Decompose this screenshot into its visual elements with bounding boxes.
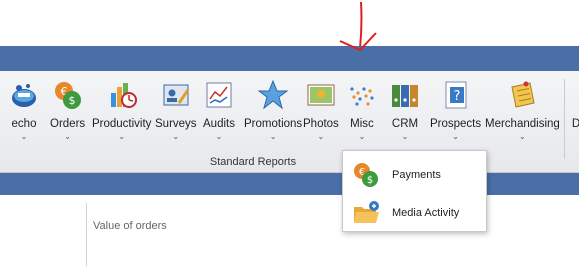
chevron-down-icon: ⌄: [358, 132, 366, 141]
ribbon-label: Prospects: [430, 118, 482, 130]
ribbon-label: Merchandising: [485, 118, 560, 130]
chevron-down-icon: ⌄: [118, 132, 126, 141]
annotation-arrow: [359, 1, 363, 46]
section-header-bar: [0, 173, 579, 195]
menu-item-media-activity[interactable]: Media Activity: [343, 195, 486, 231]
ribbon-label: Productivity: [92, 118, 152, 130]
prospects-icon: ?: [440, 79, 472, 111]
audits-icon: [203, 79, 235, 111]
svg-text:?: ?: [453, 89, 460, 104]
star-icon: [257, 79, 289, 111]
ribbon-label: Surveys: [155, 118, 197, 130]
media-folder-icon: [351, 198, 381, 228]
chevron-down-icon: ⌄: [20, 132, 28, 141]
ribbon-label: Photos: [303, 118, 339, 130]
ribbon-button-prospects[interactable]: ? Prospects ⌄: [430, 79, 481, 141]
chevron-down-icon: ⌄: [64, 132, 71, 141]
ribbon-button-echo[interactable]: echo ⌄: [8, 79, 40, 141]
payments-icon: € $: [351, 160, 381, 190]
chevron-down-icon: ⌄: [401, 132, 409, 141]
content-area: Value of orders: [0, 195, 579, 266]
ribbon-label: Misc: [350, 118, 374, 130]
ribbon-button-photos[interactable]: Photos ⌄: [303, 79, 339, 141]
window-title-bar: [0, 46, 579, 71]
ribbon-button-merchandising[interactable]: Merchandising ⌄: [485, 79, 560, 141]
ribbon-button-audits[interactable]: Audits ⌄: [203, 79, 235, 141]
orders-currency-icon: € $: [52, 79, 84, 111]
ribbon-label: Promotions: [244, 118, 303, 130]
menu-item-payments[interactable]: € $ Payments: [343, 157, 486, 193]
merchandising-icon: [506, 79, 538, 111]
ribbon-button-surveys[interactable]: Surveys ⌄: [155, 79, 197, 141]
ribbon-toolbar: echo ⌄ € $ Orders ⌄ Productivity ⌄ Surve…: [0, 32, 579, 173]
chart-title: Value of orders: [93, 220, 167, 232]
ribbon-group-separator: [564, 79, 565, 159]
ribbon-label: Audits: [203, 118, 235, 130]
chevron-down-icon: ⌄: [215, 132, 223, 141]
ribbon-label: echo: [11, 118, 37, 130]
ribbon-label: D: [571, 118, 579, 130]
app-window: echo ⌄ € $ Orders ⌄ Productivity ⌄ Surve…: [0, 0, 579, 266]
menu-item-label: Payments: [392, 169, 441, 181]
echo-icon: [8, 79, 40, 111]
ribbon-label: Orders: [50, 118, 86, 130]
crm-binders-icon: [389, 79, 421, 111]
ribbon-label: CRM: [391, 118, 419, 130]
ribbon-button-misc[interactable]: Misc ⌄: [346, 79, 378, 141]
surveys-icon: [160, 79, 192, 111]
menu-item-label: Media Activity: [392, 207, 460, 219]
ribbon-button-promotions[interactable]: Promotions ⌄: [244, 79, 302, 141]
misc-dropdown-menu: € $ Payments Media Activity: [342, 150, 487, 232]
ribbon-button-d-partial[interactable]: D: [570, 79, 579, 141]
misc-dots-icon: [346, 79, 378, 111]
productivity-chart-icon: [106, 79, 138, 111]
chevron-down-icon: ⌄: [452, 132, 459, 141]
ribbon-button-crm[interactable]: CRM ⌄: [389, 79, 421, 141]
annotation-arrow-head: [339, 32, 377, 52]
svg-text:$: $: [68, 94, 75, 107]
chevron-down-icon: ⌄: [317, 132, 325, 141]
ribbon-button-orders[interactable]: € $ Orders ⌄: [50, 79, 85, 141]
ribbon-button-productivity[interactable]: Productivity ⌄: [92, 79, 151, 141]
svg-text:$: $: [367, 175, 373, 186]
panel-divider: [86, 203, 87, 266]
chevron-down-icon: ⌄: [519, 132, 526, 141]
chevron-down-icon: ⌄: [172, 132, 180, 141]
photos-icon: [305, 79, 337, 111]
chevron-down-icon: ⌄: [269, 132, 277, 141]
ribbon-group-label: Standard Reports: [209, 156, 297, 168]
